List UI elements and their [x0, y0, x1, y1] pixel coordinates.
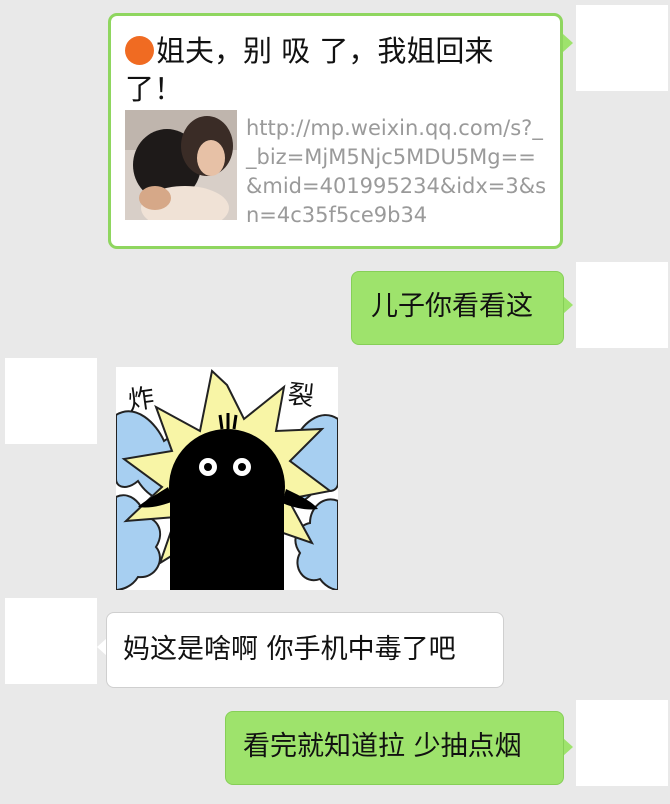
sent-message-bubble[interactable]: 儿子你看看这 — [351, 271, 564, 345]
link-card-message[interactable]: 姐夫，别 吸 了，我姐回来了！ http://mp.weixin.qq.com/… — [108, 13, 563, 249]
link-url[interactable]: http://mp.weixin.qq.com/s?__biz=MjM5Njc5… — [246, 114, 552, 230]
avatar-self[interactable] — [576, 700, 668, 786]
sticker-image[interactable]: 炸 裂 — [116, 367, 338, 590]
bubble-tail — [563, 296, 573, 314]
received-message-bubble[interactable]: 妈这是啥啊 你手机中毒了吧 — [106, 612, 504, 688]
sticker-label-left: 炸 — [126, 383, 157, 417]
bubble-tail — [563, 34, 573, 52]
avatar-contact[interactable] — [5, 598, 97, 684]
sticker-label-right: 裂 — [286, 379, 316, 413]
avatar-self[interactable] — [576, 262, 668, 348]
orange-dot-icon — [125, 36, 154, 65]
link-title-text: 姐夫，别 吸 了，我姐回来了！ — [125, 34, 494, 106]
bubble-tail — [563, 738, 573, 756]
message-text: 儿子你看看这 — [371, 291, 533, 322]
photo-thumbnail-icon — [125, 110, 237, 220]
message-text: 看完就知道拉 少抽点烟 — [243, 731, 522, 762]
sent-message-bubble[interactable]: 看完就知道拉 少抽点烟 — [225, 711, 564, 785]
avatar-self[interactable] — [576, 5, 668, 91]
message-text: 妈这是啥啊 你手机中毒了吧 — [123, 634, 456, 665]
link-card-title: 姐夫，别 吸 了，我姐回来了！ — [125, 32, 545, 108]
avatar-contact[interactable] — [5, 358, 97, 444]
